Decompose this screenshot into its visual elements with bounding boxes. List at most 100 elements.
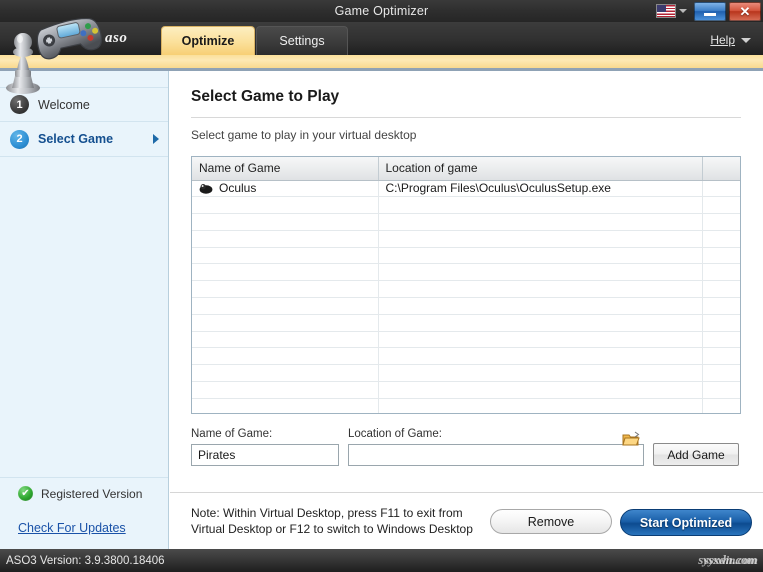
window-controls: ✕ bbox=[656, 0, 761, 22]
window-title: Game Optimizer bbox=[335, 4, 429, 18]
watermark-overlay: syswin.com bbox=[704, 553, 757, 568]
registered-label: Registered Version bbox=[41, 487, 142, 501]
cell-empty bbox=[702, 230, 741, 247]
cell-empty bbox=[192, 331, 378, 348]
column-header-name[interactable]: Name of Game bbox=[192, 157, 378, 180]
table-row[interactable]: Oculus C:\Program Files\Oculus\OculusSetu… bbox=[192, 180, 741, 197]
sidebar-item-label: Welcome bbox=[38, 98, 90, 112]
title-bar: Game Optimizer ✕ bbox=[0, 0, 763, 22]
cell-empty bbox=[192, 365, 378, 382]
table-row-empty[interactable] bbox=[192, 197, 741, 214]
add-game-form: Name of Game: Location of Game: Add Game bbox=[191, 428, 741, 466]
table-header-row: Name of Game Location of game bbox=[192, 157, 741, 180]
watermark: sysxdn.com syswin.com bbox=[698, 552, 757, 568]
column-header-location[interactable]: Location of game bbox=[378, 157, 702, 180]
status-bar: ASO3 Version: 3.9.3800.18406 sysxdn.com … bbox=[0, 549, 763, 572]
sidebar-footer: ✔ Registered Version Check For Updates bbox=[0, 477, 168, 549]
game-table[interactable]: Name of Game Location of game Oculus C:\P… bbox=[191, 156, 741, 414]
chevron-right-icon bbox=[153, 134, 159, 144]
name-of-game-label: Name of Game: bbox=[191, 428, 339, 440]
table-row-empty[interactable] bbox=[192, 314, 741, 331]
cell-empty bbox=[702, 281, 741, 298]
cell-empty bbox=[702, 197, 741, 214]
cell-empty bbox=[702, 365, 741, 382]
virtual-desktop-note: Note: Within Virtual Desktop, press F11 … bbox=[191, 505, 473, 537]
cell-empty bbox=[702, 382, 741, 399]
cell-empty bbox=[192, 281, 378, 298]
help-chevron-down-icon[interactable] bbox=[741, 38, 751, 43]
cell-empty bbox=[702, 398, 741, 414]
remove-button[interactable]: Remove bbox=[490, 509, 612, 534]
cell-empty bbox=[702, 348, 741, 365]
location-of-game-field-group: Location of Game: bbox=[348, 428, 644, 466]
start-optimized-button[interactable]: Start Optimized bbox=[620, 509, 752, 536]
tab-optimize[interactable]: Optimize bbox=[161, 26, 255, 55]
cell-name-of-game: Oculus bbox=[192, 180, 378, 197]
cell-empty bbox=[192, 230, 378, 247]
table-row-empty[interactable] bbox=[192, 264, 741, 281]
cell-empty bbox=[702, 247, 741, 264]
cell-name-text: Oculus bbox=[219, 181, 256, 195]
sidebar-item-welcome[interactable]: 1 Welcome bbox=[0, 87, 168, 122]
cell-empty bbox=[192, 348, 378, 365]
main-content: Select Game to Play Select game to play … bbox=[170, 71, 763, 549]
cell-empty bbox=[702, 314, 741, 331]
table-row-empty[interactable] bbox=[192, 348, 741, 365]
footer-divider bbox=[170, 492, 763, 493]
cell-empty bbox=[378, 197, 702, 214]
brand-logo-text: aso bbox=[105, 30, 127, 47]
add-game-button[interactable]: Add Game bbox=[653, 443, 739, 466]
minimize-button[interactable] bbox=[694, 2, 726, 21]
table-row-empty[interactable] bbox=[192, 398, 741, 414]
table-row-empty[interactable] bbox=[192, 382, 741, 399]
sidebar-item-select-game[interactable]: 2 Select Game bbox=[0, 122, 168, 157]
us-flag-icon bbox=[656, 4, 676, 18]
gold-accent-band bbox=[0, 55, 763, 68]
cell-empty bbox=[378, 214, 702, 231]
app-window: Game Optimizer ✕ aso Optimize Settings H… bbox=[0, 0, 763, 572]
note-line-1: Note: Within Virtual Desktop, press F11 … bbox=[191, 506, 463, 520]
check-for-updates-link[interactable]: Check For Updates bbox=[0, 509, 168, 549]
cell-empty bbox=[378, 331, 702, 348]
check-circle-icon: ✔ bbox=[18, 486, 33, 501]
header-bar: aso Optimize Settings Help bbox=[0, 22, 763, 55]
table-row-empty[interactable] bbox=[192, 365, 741, 382]
cell-empty bbox=[192, 197, 378, 214]
table-row-empty[interactable] bbox=[192, 247, 741, 264]
language-selector[interactable] bbox=[656, 4, 687, 18]
table-row-empty[interactable] bbox=[192, 298, 741, 315]
cell-empty bbox=[378, 314, 702, 331]
cell-empty bbox=[378, 365, 702, 382]
tab-settings[interactable]: Settings bbox=[256, 26, 348, 55]
help-link[interactable]: Help bbox=[710, 33, 735, 47]
table-row-empty[interactable] bbox=[192, 214, 741, 231]
cell-empty bbox=[378, 298, 702, 315]
cell-empty bbox=[702, 331, 741, 348]
cell-empty bbox=[192, 314, 378, 331]
column-header-spacer[interactable] bbox=[702, 157, 741, 180]
registered-status: ✔ Registered Version bbox=[0, 477, 168, 509]
table-row-empty[interactable] bbox=[192, 281, 741, 298]
sidebar: 1 Welcome 2 Select Game ✔ Registered Ver… bbox=[0, 71, 169, 549]
cell-empty bbox=[192, 247, 378, 264]
table-row-empty[interactable] bbox=[192, 331, 741, 348]
close-button[interactable]: ✕ bbox=[729, 2, 761, 21]
cell-empty bbox=[192, 382, 378, 399]
name-of-game-input[interactable] bbox=[191, 444, 339, 466]
cell-empty bbox=[192, 298, 378, 315]
table-row-empty[interactable] bbox=[192, 230, 741, 247]
cell-empty bbox=[378, 382, 702, 399]
page-subtitle: Select game to play in your virtual desk… bbox=[191, 128, 416, 142]
version-text: ASO3 Version: 3.9.3800.18406 bbox=[6, 555, 165, 567]
cell-location-of-game: C:\Program Files\Oculus\OculusSetup.exe bbox=[378, 180, 702, 197]
cell-empty bbox=[378, 348, 702, 365]
cell-empty bbox=[192, 398, 378, 414]
cell-empty bbox=[192, 264, 378, 281]
folder-open-icon[interactable] bbox=[622, 431, 640, 447]
location-of-game-input[interactable] bbox=[348, 444, 644, 466]
oculus-icon bbox=[199, 183, 213, 194]
cell-empty bbox=[378, 398, 702, 414]
cell-empty bbox=[378, 281, 702, 298]
cell-empty bbox=[702, 264, 741, 281]
cell-empty bbox=[192, 214, 378, 231]
